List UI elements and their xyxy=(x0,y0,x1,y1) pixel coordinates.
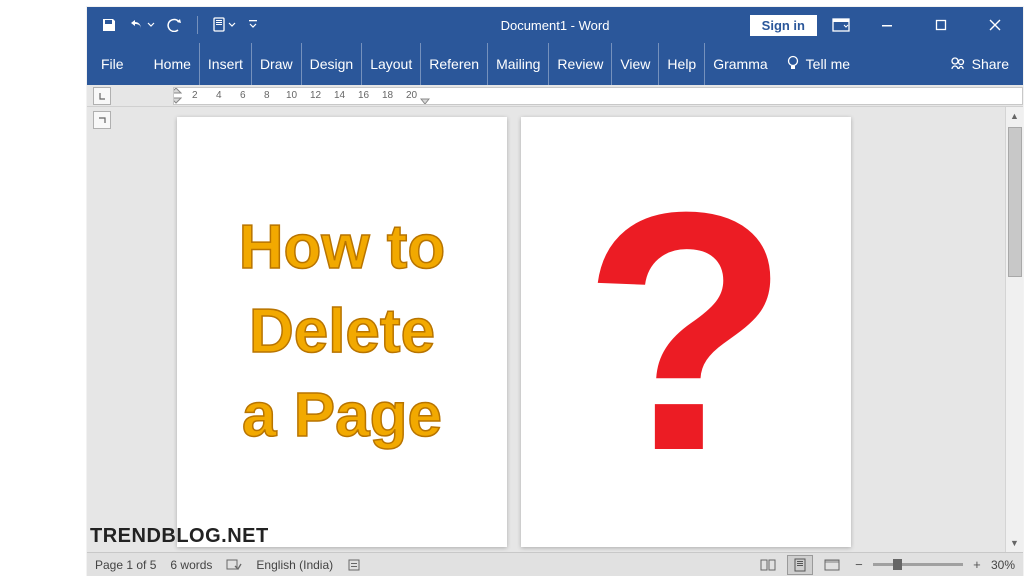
scroll-up-arrow-icon[interactable]: ▲ xyxy=(1006,107,1024,125)
maximize-button[interactable] xyxy=(919,7,963,43)
accessibility-icon xyxy=(347,558,361,572)
ruler-tick: 4 xyxy=(216,90,222,101)
ruler-tick: 2 xyxy=(192,90,198,101)
page2-question-mark: ? xyxy=(582,188,790,477)
ruler-tick: 10 xyxy=(286,90,297,101)
status-bar: Page 1 of 5 6 words English (India) − xyxy=(87,552,1023,576)
undo-icon[interactable] xyxy=(129,18,155,32)
vertical-scrollbar[interactable]: ▲ ▼ xyxy=(1005,107,1023,552)
share-label: Share xyxy=(972,56,1009,72)
quick-access-toolbar xyxy=(87,16,258,34)
horizontal-ruler[interactable]: 2 4 6 8 10 12 14 16 18 20 xyxy=(173,87,1023,105)
qat-separator xyxy=(197,16,198,34)
watermark-text: TRENDBLOG.NET xyxy=(90,525,269,548)
ruler-tick: 20 xyxy=(406,90,417,101)
zoom-in-button[interactable]: + xyxy=(969,557,985,573)
page1-line3: a Page xyxy=(239,374,446,458)
sign-in-button[interactable]: Sign in xyxy=(750,15,817,36)
share-button[interactable]: Share xyxy=(936,43,1023,85)
page-number-status[interactable]: Page 1 of 5 xyxy=(95,558,156,572)
save-icon[interactable] xyxy=(101,17,117,33)
accessibility-status[interactable] xyxy=(347,558,361,572)
redo-icon[interactable] xyxy=(167,18,183,32)
title-bar: Document1 - Word Sign in xyxy=(87,7,1023,43)
zoom-slider-track[interactable] xyxy=(873,563,963,566)
web-layout-view-button[interactable] xyxy=(819,555,845,575)
ruler-tick: 16 xyxy=(358,90,369,101)
tab-view[interactable]: View xyxy=(612,43,659,85)
zoom-slider: − + xyxy=(851,557,985,573)
read-mode-icon xyxy=(760,559,776,571)
tab-insert[interactable]: Insert xyxy=(200,43,252,85)
scroll-thumb[interactable] xyxy=(1008,127,1022,277)
ruler-row: 2 4 6 8 10 12 14 16 18 20 xyxy=(87,85,1023,107)
tab-review[interactable]: Review xyxy=(549,43,612,85)
tab-grammarly[interactable]: Gramma xyxy=(705,43,775,85)
print-layout-icon xyxy=(793,558,807,572)
spellcheck-icon xyxy=(226,558,242,572)
ribbon-tabs: File Home Insert Draw Design Layout Refe… xyxy=(87,43,1023,85)
tab-selector[interactable] xyxy=(93,87,111,105)
language-status[interactable]: English (India) xyxy=(256,558,333,572)
indent-marker-icon[interactable] xyxy=(173,87,182,105)
tab-help[interactable]: Help xyxy=(659,43,705,85)
tab-layout[interactable]: Layout xyxy=(362,43,421,85)
document-page-2[interactable]: ? xyxy=(521,117,851,547)
vertical-ruler-corner[interactable] xyxy=(93,111,111,129)
zoom-out-button[interactable]: − xyxy=(851,557,867,573)
ribbon-display-options-icon[interactable] xyxy=(827,11,855,39)
qat-customize-icon[interactable] xyxy=(248,19,258,31)
window-title: Document1 - Word xyxy=(501,18,610,33)
word-application-window: Document1 - Word Sign in File Home Inser… xyxy=(87,7,1023,576)
page1-line1: How to xyxy=(239,206,446,290)
file-tab[interactable]: File xyxy=(87,43,138,85)
status-right-group: − + 30% xyxy=(755,555,1015,575)
share-icon xyxy=(950,56,966,73)
web-layout-icon xyxy=(824,559,840,571)
minimize-button[interactable] xyxy=(865,7,909,43)
ruler-tick: 12 xyxy=(310,90,321,101)
page1-text-content: How to Delete a Page xyxy=(239,206,446,457)
scroll-down-arrow-icon[interactable]: ▼ xyxy=(1006,534,1024,552)
ruler-tick: 18 xyxy=(382,90,393,101)
tab-home[interactable]: Home xyxy=(146,43,200,85)
spellcheck-status[interactable] xyxy=(226,558,242,572)
touch-mode-icon[interactable] xyxy=(212,17,236,33)
tab-design[interactable]: Design xyxy=(302,43,363,85)
page1-line2: Delete xyxy=(239,290,446,374)
print-layout-view-button[interactable] xyxy=(787,555,813,575)
zoom-level[interactable]: 30% xyxy=(991,558,1015,572)
ruler-tick: 6 xyxy=(240,90,246,101)
document-page-1[interactable]: How to Delete a Page xyxy=(177,117,507,547)
word-count-status[interactable]: 6 words xyxy=(170,558,212,572)
ruler-tick: 14 xyxy=(334,90,345,101)
ruler-tick: 8 xyxy=(264,90,270,101)
pages-container: How to Delete a Page ? xyxy=(177,117,851,547)
right-indent-marker-icon[interactable] xyxy=(420,95,430,105)
lightbulb-icon xyxy=(786,55,800,74)
title-bar-right: Sign in xyxy=(750,7,1023,43)
close-button[interactable] xyxy=(973,7,1017,43)
zoom-slider-thumb[interactable] xyxy=(893,559,902,570)
tab-mailings[interactable]: Mailing xyxy=(488,43,549,85)
tab-draw[interactable]: Draw xyxy=(252,43,302,85)
tell-me-label: Tell me xyxy=(806,56,850,72)
scroll-track[interactable] xyxy=(1006,125,1024,534)
read-mode-view-button[interactable] xyxy=(755,555,781,575)
tab-references[interactable]: Referen xyxy=(421,43,488,85)
tell-me-search[interactable]: Tell me xyxy=(776,43,860,85)
document-area: How to Delete a Page ? ▲ ▼ xyxy=(87,107,1023,552)
